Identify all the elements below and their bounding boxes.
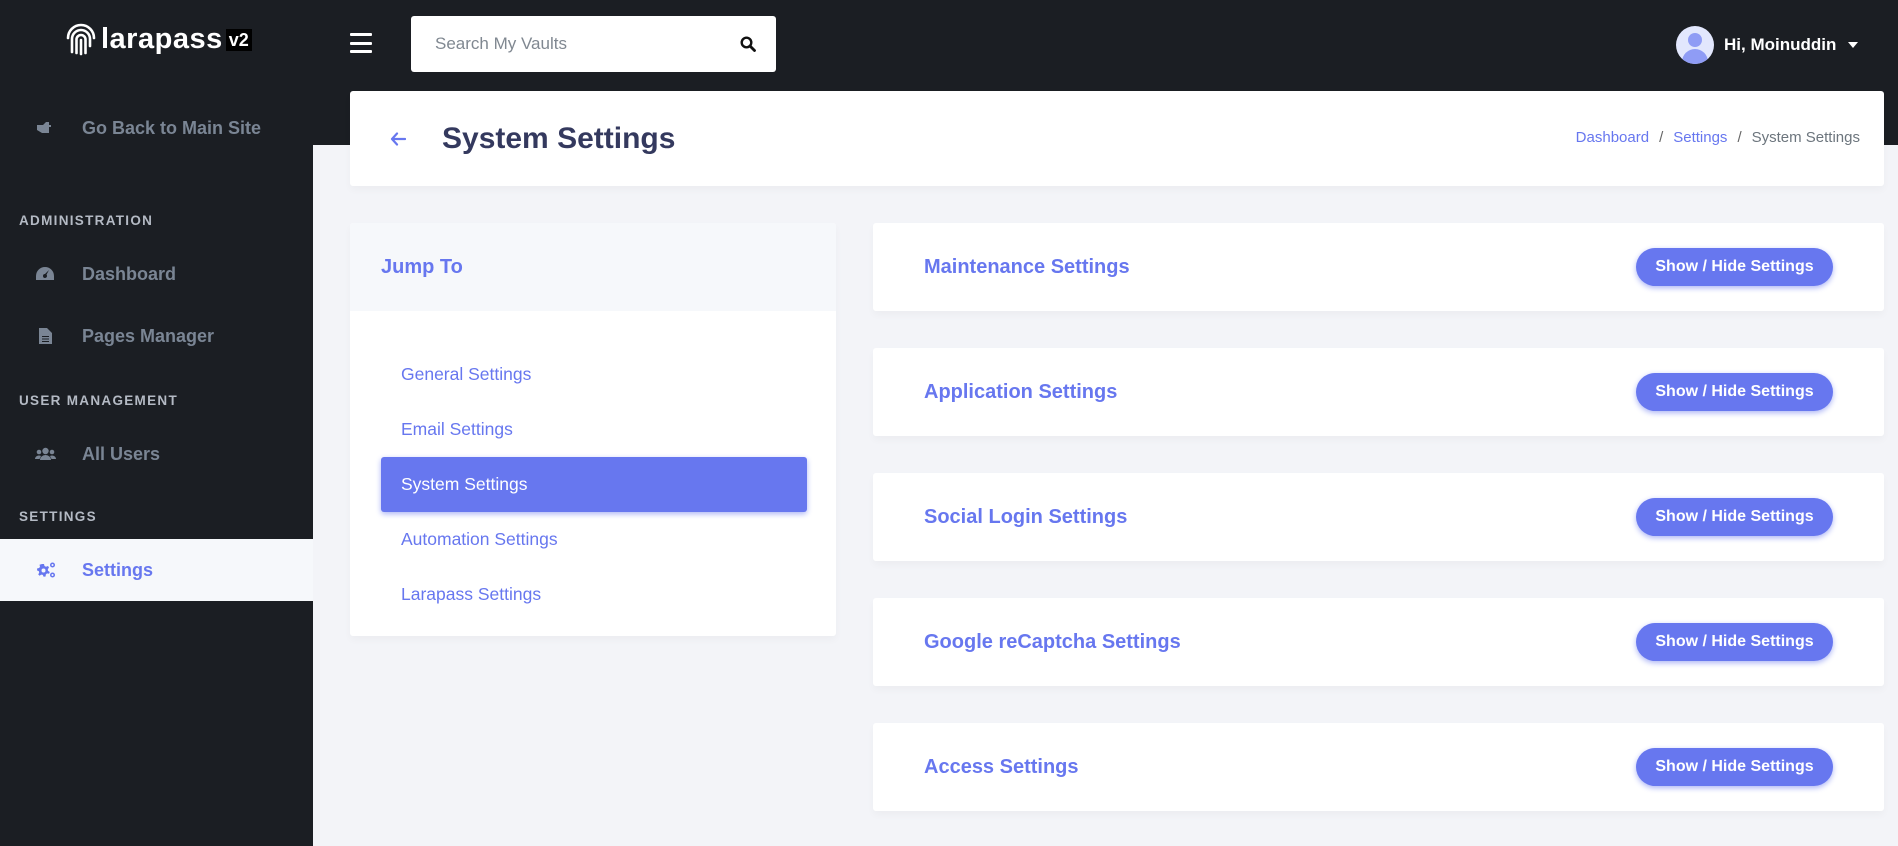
sidebar-item-label: Dashboard bbox=[82, 263, 177, 284]
avatar bbox=[1676, 26, 1714, 64]
sidebar-item-pages-manager[interactable]: Pages Manager bbox=[0, 305, 313, 367]
hamburger-icon-bar bbox=[350, 50, 372, 53]
breadcrumb-settings[interactable]: Settings bbox=[1673, 129, 1727, 146]
social-login-settings-card: Social Login Settings Show / Hide Settin… bbox=[873, 473, 1884, 561]
jump-item-email-settings[interactable]: Email Settings bbox=[381, 402, 807, 457]
sidebar-item-label: Go Back to Main Site bbox=[82, 117, 262, 138]
sidebar: larapass v2 Go Back to Main Site Adminis… bbox=[0, 0, 313, 846]
hand-pointing-icon bbox=[30, 121, 60, 135]
arrow-left-icon bbox=[390, 131, 406, 146]
sidebar-item-label: Settings bbox=[82, 559, 154, 580]
sidebar-item-label: Pages Manager bbox=[82, 325, 215, 346]
section-title: Maintenance Settings bbox=[924, 255, 1130, 278]
jump-to-card: Jump To General Settings Email Settings … bbox=[350, 223, 836, 636]
show-hide-settings-button[interactable]: Show / Hide Settings bbox=[1636, 748, 1833, 786]
jump-item-larapass-settings[interactable]: Larapass Settings bbox=[381, 567, 807, 622]
user-greeting: Hi, Moinuddin bbox=[1724, 35, 1837, 54]
caret-down-icon bbox=[1848, 42, 1859, 48]
jump-item-general-settings[interactable]: General Settings bbox=[381, 347, 807, 402]
menu-toggle-button[interactable] bbox=[350, 33, 372, 53]
breadcrumb: Dashboard / Settings / System Settings bbox=[1576, 129, 1860, 146]
show-hide-settings-button[interactable]: Show / Hide Settings bbox=[1636, 498, 1833, 536]
section-title: Application Settings bbox=[924, 380, 1118, 403]
application-settings-card: Application Settings Show / Hide Setting… bbox=[873, 348, 1884, 436]
section-title: Access Settings bbox=[924, 755, 1079, 778]
jump-to-list: General Settings Email Settings System S… bbox=[381, 347, 807, 622]
sidebar-heading-user-management: User Management bbox=[19, 393, 179, 408]
show-hide-settings-button[interactable]: Show / Hide Settings bbox=[1636, 373, 1833, 411]
sidebar-heading-settings: Settings bbox=[19, 509, 97, 524]
user-menu-toggle[interactable]: Hi, Moinuddin bbox=[1676, 26, 1859, 64]
access-settings-card: Access Settings Show / Hide Settings bbox=[873, 723, 1884, 811]
search-icon bbox=[740, 36, 756, 52]
show-hide-settings-button[interactable]: Show / Hide Settings bbox=[1636, 623, 1833, 661]
search-button[interactable] bbox=[720, 16, 776, 72]
jump-item-automation-settings[interactable]: Automation Settings bbox=[381, 512, 807, 567]
hamburger-icon-bar bbox=[350, 33, 372, 36]
page-header-card: System Settings Dashboard / Settings / S… bbox=[350, 91, 1884, 186]
breadcrumb-separator: / bbox=[1659, 129, 1664, 146]
hamburger-icon-bar bbox=[350, 41, 372, 45]
tachometer-icon bbox=[30, 267, 60, 281]
file-icon bbox=[30, 328, 60, 344]
breadcrumb-dashboard[interactable]: Dashboard bbox=[1576, 129, 1649, 146]
search-form bbox=[411, 16, 776, 72]
brand-logo[interactable]: larapass v2 bbox=[64, 20, 252, 58]
sidebar-item-back-to-main-site[interactable]: Go Back to Main Site bbox=[0, 97, 313, 159]
maintenance-settings-card: Maintenance Settings Show / Hide Setting… bbox=[873, 223, 1884, 311]
breadcrumb-current: System Settings bbox=[1751, 129, 1860, 146]
breadcrumb-separator: / bbox=[1737, 129, 1742, 146]
sidebar-item-all-users[interactable]: All Users bbox=[0, 423, 313, 485]
users-icon bbox=[30, 447, 60, 461]
google-recaptcha-settings-card: Google reCaptcha Settings Show / Hide Se… bbox=[873, 598, 1884, 686]
brand-name: larapass bbox=[101, 22, 223, 55]
search-input[interactable] bbox=[411, 16, 720, 72]
fingerprint-icon bbox=[66, 23, 96, 56]
back-button[interactable] bbox=[390, 131, 410, 146]
sidebar-item-label: All Users bbox=[82, 443, 161, 464]
sidebar-heading-administration: Administration bbox=[19, 213, 154, 228]
section-title: Social Login Settings bbox=[924, 505, 1128, 528]
jump-item-system-settings[interactable]: System Settings bbox=[381, 457, 807, 512]
section-title: Google reCaptcha Settings bbox=[924, 630, 1181, 653]
cogs-icon bbox=[30, 562, 60, 578]
jump-to-title: Jump To bbox=[350, 223, 836, 311]
sidebar-item-settings[interactable]: Settings bbox=[0, 539, 313, 601]
sidebar-item-dashboard[interactable]: Dashboard bbox=[0, 243, 313, 305]
brand-version: v2 bbox=[225, 29, 252, 51]
show-hide-settings-button[interactable]: Show / Hide Settings bbox=[1636, 248, 1833, 286]
page-title: System Settings bbox=[442, 121, 676, 155]
